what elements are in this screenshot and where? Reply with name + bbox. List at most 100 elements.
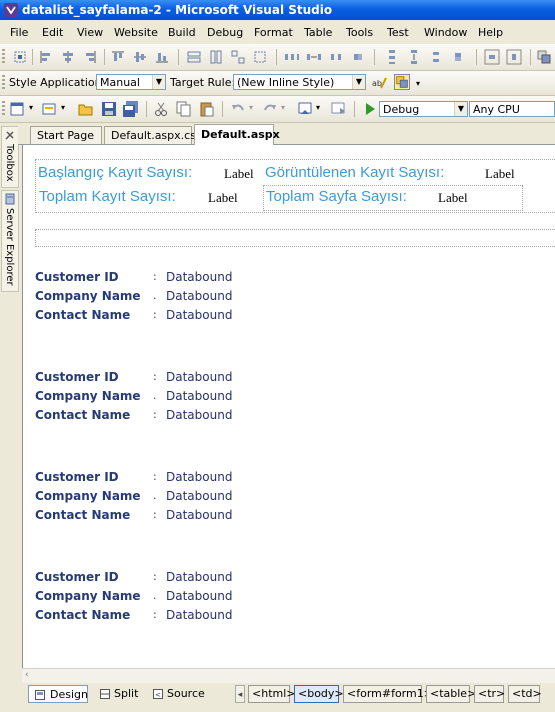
- remove-vertical-spacing-icon[interactable]: [450, 49, 466, 65]
- start-record-value[interactable]: Label: [224, 166, 254, 182]
- menu-test[interactable]: Test: [387, 26, 409, 39]
- tag-path-table[interactable]: <table>: [426, 685, 476, 703]
- source-view-button[interactable]: < Source: [152, 685, 208, 703]
- align-bottoms-icon[interactable]: [154, 49, 170, 65]
- split-view-button[interactable]: Split: [98, 685, 144, 703]
- tab-start-page[interactable]: Start Page: [30, 126, 102, 144]
- customer-id-value[interactable]: Databound: [166, 470, 232, 484]
- navigate-backward-icon[interactable]: [297, 101, 313, 117]
- toolbar-grip[interactable]: [2, 49, 5, 65]
- align-tops-icon[interactable]: [110, 49, 126, 65]
- menu-tools[interactable]: Tools: [346, 26, 373, 39]
- server-explorer-tab[interactable]: Server Explorer: [1, 190, 19, 292]
- paste-icon[interactable]: [199, 101, 215, 117]
- solution-configuration-dropdown[interactable]: Debug ▼: [379, 101, 468, 117]
- contact-name-value[interactable]: Databound: [166, 608, 232, 622]
- tab-default-aspx-cs[interactable]: Default.aspx.cs: [104, 126, 196, 144]
- menu-window[interactable]: Window: [424, 26, 467, 39]
- align-to-grid-icon[interactable]: [12, 49, 28, 65]
- chevron-down-icon[interactable]: ▾: [61, 103, 65, 112]
- menu-file[interactable]: File: [10, 26, 28, 39]
- total-records-value[interactable]: Label: [208, 190, 238, 206]
- tag-path-tr[interactable]: <tr>: [474, 685, 505, 703]
- navigate-forward-icon[interactable]: [330, 101, 346, 117]
- menu-debug[interactable]: Debug: [207, 26, 243, 39]
- increase-vertical-spacing-icon[interactable]: [406, 49, 422, 65]
- tag-path-html[interactable]: <html>: [248, 685, 296, 703]
- chevron-down-icon[interactable]: ▾: [316, 103, 320, 112]
- chevron-down-icon[interactable]: ▾: [29, 103, 33, 112]
- horizontal-scrollbar[interactable]: ‹: [22, 668, 555, 683]
- size-to-grid-icon[interactable]: [252, 49, 268, 65]
- align-middles-icon[interactable]: [132, 49, 148, 65]
- company-name-value[interactable]: Databound: [166, 289, 232, 303]
- menu-edit[interactable]: Edit: [42, 26, 63, 39]
- chevron-down-icon[interactable]: ▾: [249, 103, 253, 112]
- chevron-down-icon[interactable]: ▼: [454, 102, 467, 116]
- make-same-size-icon[interactable]: [230, 49, 246, 65]
- menu-format[interactable]: Format: [254, 26, 293, 39]
- solution-platform-dropdown[interactable]: Any CPU: [469, 101, 555, 117]
- menu-table[interactable]: Table: [304, 26, 332, 39]
- remove-horizontal-spacing-icon[interactable]: [350, 49, 366, 65]
- bring-to-front-icon[interactable]: [536, 49, 552, 65]
- tab-default-aspx[interactable]: Default.aspx: [194, 124, 280, 145]
- show-overlay-icon[interactable]: [394, 74, 410, 90]
- redo-icon[interactable]: [262, 101, 278, 117]
- shown-records-value[interactable]: Label: [485, 166, 515, 182]
- copy-icon[interactable]: [176, 101, 192, 117]
- customer-id-value[interactable]: Databound: [166, 370, 232, 384]
- design-surface[interactable]: Başlangıç Kayıt Sayısı: Label Görüntülen…: [22, 145, 555, 668]
- company-name-value[interactable]: Databound: [166, 389, 232, 403]
- tag-path-form[interactable]: <form#form1>: [343, 685, 433, 703]
- center-horizontally-icon[interactable]: [484, 49, 500, 65]
- chevron-down-icon[interactable]: ▾: [281, 103, 285, 112]
- decrease-vertical-spacing-icon[interactable]: [428, 49, 444, 65]
- new-project-icon[interactable]: [10, 101, 26, 117]
- increase-horizontal-spacing-icon[interactable]: [306, 49, 322, 65]
- tag-path-td[interactable]: <td>: [508, 685, 542, 703]
- chevron-down-icon[interactable]: ▼: [352, 75, 365, 89]
- align-rights-icon[interactable]: [82, 49, 98, 65]
- menu-build[interactable]: Build: [168, 26, 196, 39]
- tag-path-back-button[interactable]: ◂: [235, 685, 245, 703]
- menu-help[interactable]: Help: [478, 26, 503, 39]
- align-centers-icon[interactable]: [60, 49, 76, 65]
- customer-id-value[interactable]: Databound: [166, 270, 232, 284]
- decrease-horizontal-spacing-icon[interactable]: [328, 49, 344, 65]
- save-icon[interactable]: [101, 101, 117, 117]
- style-application-dropdown[interactable]: Manual ▼: [96, 74, 166, 90]
- center-vertically-icon[interactable]: [506, 49, 522, 65]
- menu-view[interactable]: View: [77, 26, 103, 39]
- align-lefts-icon[interactable]: [38, 49, 54, 65]
- target-rule-dropdown[interactable]: (New Inline Style) ▼: [233, 74, 366, 90]
- cut-icon[interactable]: [153, 101, 169, 117]
- company-name-value[interactable]: Databound: [166, 589, 232, 603]
- undo-icon[interactable]: [230, 101, 246, 117]
- horizontal-spacing-equal-icon[interactable]: [284, 49, 300, 65]
- contact-name-value[interactable]: Databound: [166, 508, 232, 522]
- vertical-spacing-equal-icon[interactable]: [384, 49, 400, 65]
- toolbox-tab[interactable]: Toolbox: [1, 126, 19, 188]
- total-pages-value[interactable]: Label: [438, 190, 468, 206]
- make-same-height-icon[interactable]: [208, 49, 224, 65]
- toolbar-grip[interactable]: [2, 75, 5, 91]
- toolbar-grip[interactable]: [2, 101, 5, 117]
- company-name-value[interactable]: Databound: [166, 489, 232, 503]
- tag-path-body[interactable]: <body>: [294, 685, 344, 703]
- add-new-item-icon[interactable]: [42, 101, 58, 117]
- design-view-button[interactable]: Design: [28, 685, 88, 703]
- customer-id-value[interactable]: Databound: [166, 570, 232, 584]
- contact-name-value[interactable]: Databound: [166, 408, 232, 422]
- menu-website[interactable]: Website: [114, 26, 158, 39]
- save-all-icon[interactable]: [123, 101, 139, 117]
- chevron-down-icon[interactable]: ▼: [152, 75, 165, 89]
- toolbar-options-icon[interactable]: ▾: [416, 79, 420, 88]
- make-same-width-icon[interactable]: [186, 49, 202, 65]
- start-debugging-icon[interactable]: [362, 101, 378, 117]
- contact-name-value[interactable]: Databound: [166, 308, 232, 322]
- scroll-left-icon[interactable]: ‹: [25, 670, 29, 680]
- empty-panel[interactable]: [35, 229, 555, 247]
- open-file-icon[interactable]: [78, 101, 94, 117]
- apply-new-style-icon[interactable]: ab: [371, 75, 387, 91]
